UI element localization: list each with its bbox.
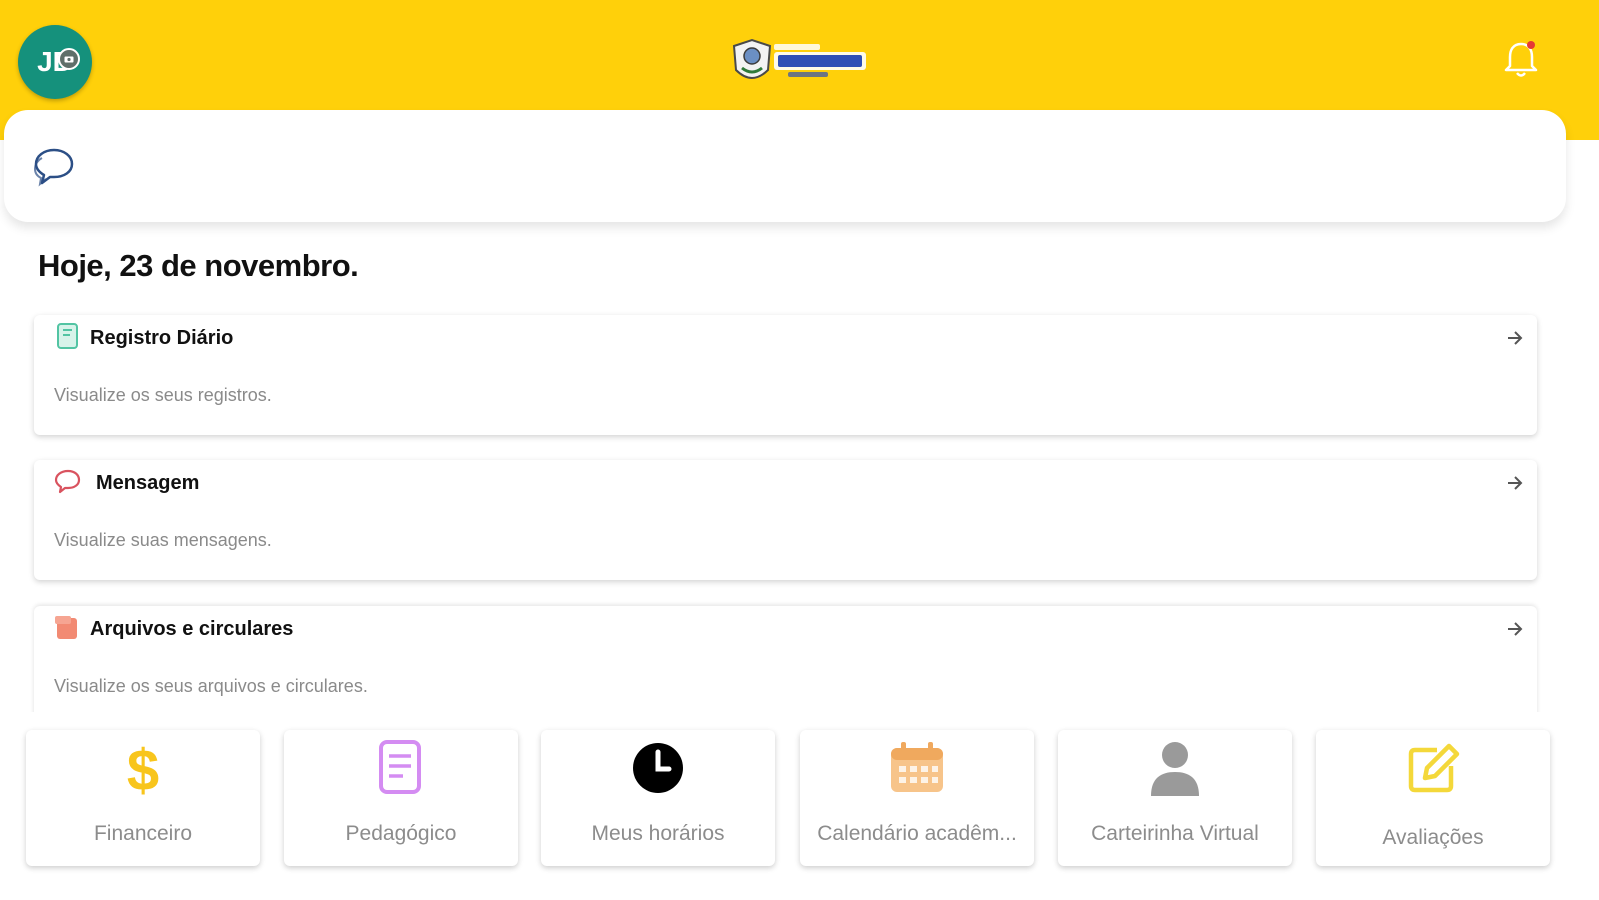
tile-label: Avaliações <box>1382 826 1484 849</box>
tile-pedagogico[interactable]: Pedagógico <box>284 730 518 866</box>
card-mensagem[interactable]: Mensagem Visualize suas mensagens. <box>34 460 1537 580</box>
dollar-icon: $ <box>127 738 159 798</box>
card-description: Visualize os seus arquivos e circulares. <box>54 676 368 696</box>
tile-label: Financeiro <box>93 822 193 845</box>
bell-icon[interactable] <box>1502 38 1540 80</box>
arrow-right-icon <box>1508 622 1523 636</box>
chat-bar <box>4 110 1566 222</box>
tile-label: Meus horários <box>591 822 725 845</box>
card-title: Registro Diário <box>90 327 234 349</box>
tile-meus-horarios[interactable]: Meus horários <box>541 730 775 866</box>
arrow-right-icon <box>1508 331 1523 345</box>
card-registro-diario[interactable]: Registro Diário Visualize os seus regist… <box>34 315 1537 435</box>
notebook-icon <box>57 323 78 349</box>
page-title-date: Hoje, 23 de novembro. <box>38 248 359 283</box>
svg-text:$: $ <box>127 738 159 798</box>
school-logo <box>732 38 866 79</box>
person-icon <box>1151 742 1199 796</box>
avatar-camera-badge-icon[interactable] <box>58 48 80 70</box>
calendar-icon <box>891 742 943 792</box>
edit-icon <box>1408 743 1460 793</box>
chat-bubbles-icon <box>54 469 81 494</box>
tile-label: Calendário acadêm... <box>817 822 1017 845</box>
tile-label: Pedagógico <box>345 822 457 845</box>
card-title: Arquivos e circulares <box>90 618 294 640</box>
folder-icon <box>55 616 77 639</box>
clock-icon <box>633 743 683 793</box>
chat-bubbles-icon[interactable] <box>32 146 78 188</box>
card-title: Mensagem <box>96 472 200 494</box>
tile-calendario-academico[interactable]: Calendário acadêm... <box>800 730 1034 866</box>
card-description: Visualize suas mensagens. <box>54 530 272 550</box>
user-avatar[interactable]: JD <box>18 25 92 99</box>
tile-financeiro[interactable]: $ Financeiro <box>26 730 260 866</box>
arrow-right-icon <box>1508 476 1523 490</box>
tile-avaliacoes[interactable]: Avaliações <box>1316 730 1550 866</box>
card-description: Visualize os seus registros. <box>54 385 272 405</box>
tile-carteirinha-virtual[interactable]: Carteirinha Virtual <box>1058 730 1292 866</box>
document-icon <box>379 740 421 794</box>
tile-label: Carteirinha Virtual <box>1091 822 1259 845</box>
